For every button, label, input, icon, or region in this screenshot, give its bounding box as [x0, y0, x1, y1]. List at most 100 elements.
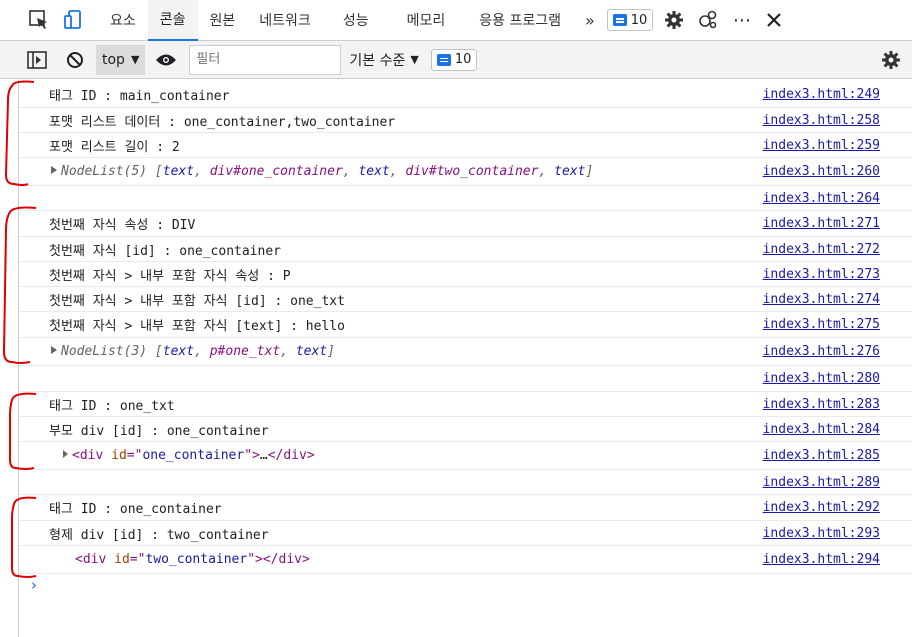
close-devtools-icon[interactable] — [759, 5, 789, 35]
log-text: 첫번째 자식 > 내부 포함 자식 [text] : hello — [49, 319, 345, 334]
node-item: div#two_container — [405, 164, 539, 179]
tab-label: 응용 프로그램 — [479, 13, 561, 29]
console-message: index3.html:289 — [19, 470, 912, 495]
tab-sources[interactable]: 원본 — [198, 0, 248, 41]
node-item: p#one_txt — [209, 344, 281, 359]
console-message: 형제 div [id] : two_container index3.html:… — [19, 521, 912, 546]
log-level-label: 기본 수준 — [349, 52, 406, 69]
settings-gear-icon[interactable] — [659, 5, 689, 35]
element-attr: id — [111, 448, 127, 463]
filter-input[interactable] — [189, 44, 342, 75]
context-selector[interactable]: top ▼ — [96, 44, 146, 75]
node-item: text — [295, 344, 328, 359]
inspect-element-icon[interactable] — [24, 5, 54, 35]
source-link[interactable]: index3.html:294 — [763, 552, 880, 567]
log-text: 형제 div [id] : two_container — [49, 527, 269, 543]
node-item: text — [162, 344, 195, 359]
issues-badge[interactable]: 10 — [430, 48, 478, 71]
log-text: 첫번째 자식 > 내부 포함 자식 속성 : P — [49, 268, 291, 284]
tab-label: 콘솔 — [159, 12, 186, 28]
clear-console-icon[interactable] — [60, 45, 90, 75]
source-link[interactable]: index3.html:280 — [763, 371, 880, 386]
source-link[interactable]: index3.html:293 — [763, 526, 880, 541]
log-text: 태그 ID : main_container — [49, 89, 230, 104]
context-value: top — [102, 51, 125, 68]
console-message: NodeList(3) [text, p#one_txt, text] inde… — [19, 338, 912, 366]
expand-triangle-icon[interactable] — [51, 166, 57, 174]
console-settings-gear-icon[interactable] — [876, 45, 906, 75]
nodelist-expandable[interactable]: NodeList(5) [text, div#one_container, te… — [51, 164, 593, 179]
source-link[interactable]: index3.html:289 — [763, 475, 880, 490]
console-message: NodeList(5) [text, div#one_container, te… — [19, 158, 912, 186]
chevron-down-icon: ▼ — [130, 53, 140, 66]
tab-console[interactable]: 콘솔 — [147, 0, 198, 41]
console-message: 부모 div [id] : one_container index3.html:… — [19, 417, 912, 442]
source-link[interactable]: index3.html:260 — [763, 164, 880, 179]
tab-application[interactable]: 응용 프로그램 — [463, 0, 577, 41]
customize-devtools-icon[interactable] — [693, 5, 723, 35]
element-tag: div — [79, 448, 104, 463]
element-collapsed: … — [259, 448, 268, 463]
node-item: text — [554, 164, 586, 179]
element-close-tag: div — [283, 448, 307, 463]
live-expression-eye-icon[interactable] — [151, 45, 181, 75]
console-message: 포맷 리스트 데이터 : one_container,two_container… — [19, 108, 912, 133]
source-link[interactable]: index3.html:276 — [763, 344, 880, 359]
source-link[interactable]: index3.html:259 — [763, 138, 880, 153]
log-text: 첫번째 자식 > 내부 포함 자식 [id] : one_txt — [49, 293, 345, 309]
tab-memory[interactable]: 메모리 — [389, 0, 464, 41]
element-attr: id — [114, 552, 130, 567]
nodelist-expandable[interactable]: NodeList(3) [text, p#one_txt, text] — [51, 344, 335, 359]
source-link[interactable]: index3.html:292 — [763, 500, 880, 515]
console-output: 태그 ID : main_container index3.html:249 포… — [18, 80, 912, 637]
tab-label: 요소 — [110, 13, 136, 29]
console-message: <div id="one_container">…</div> index3.h… — [19, 442, 912, 470]
nodelist-suffix: ] — [327, 344, 335, 359]
source-link[interactable]: index3.html:283 — [763, 397, 880, 412]
console-message: 태그 ID : main_container index3.html:249 — [19, 82, 912, 108]
console-prompt[interactable]: › — [31, 576, 37, 594]
source-link[interactable]: index3.html:273 — [763, 267, 880, 282]
nodelist-suffix: ] — [585, 164, 594, 179]
device-toolbar-icon[interactable] — [58, 5, 88, 35]
node-item: text — [162, 164, 195, 179]
nodelist-prefix: NodeList(5) [ — [61, 164, 163, 179]
tab-network[interactable]: 네트워크 — [247, 0, 323, 41]
source-link[interactable]: index3.html:272 — [763, 242, 880, 257]
log-text: 포맷 리스트 길이 : 2 — [49, 139, 180, 155]
expand-triangle-icon[interactable] — [51, 346, 57, 354]
log-text: 부모 div [id] : one_container — [49, 423, 269, 439]
log-level-dropdown[interactable]: 기본 수준 ▼ — [349, 50, 418, 70]
more-options-icon[interactable]: ⋯ — [727, 5, 757, 35]
element-attr-value: two_container — [145, 552, 248, 567]
devtools-tabbar: 요소 콘솔 원본 네트워크 성능 메모리 응용 프로그램 » 10 ⋯ — [0, 0, 912, 41]
show-sidebar-icon[interactable] — [22, 45, 52, 75]
element-attr-value: one_container — [142, 448, 245, 463]
source-link[interactable]: index3.html:284 — [763, 422, 880, 437]
source-link[interactable]: index3.html:285 — [763, 448, 880, 463]
log-text: 포맷 리스트 데이터 : one_container,two_container — [49, 114, 396, 130]
element-node-expandable[interactable]: <div id="one_container">…</div> — [63, 448, 315, 463]
console-message: 첫번째 자식 속성 : DIV index3.html:271 — [19, 211, 912, 237]
tab-label: 성능 — [342, 13, 369, 29]
console-message: 포맷 리스트 길이 : 2 index3.html:259 — [19, 133, 912, 158]
source-link[interactable]: index3.html:258 — [763, 113, 880, 128]
tab-performance[interactable]: 성능 — [323, 0, 389, 41]
source-link[interactable]: index3.html:274 — [763, 292, 880, 307]
source-link[interactable]: index3.html:271 — [763, 216, 880, 231]
console-message: <div id="two_container"></div> index3.ht… — [19, 546, 912, 574]
console-message: 태그 ID : one_container index3.html:292 — [19, 495, 912, 521]
source-link[interactable]: index3.html:264 — [763, 191, 880, 206]
expand-triangle-icon[interactable] — [63, 450, 68, 458]
issues-count: 10 — [454, 52, 472, 67]
message-icon — [436, 53, 451, 66]
prompt-chevron-icon: › — [31, 576, 37, 594]
source-link[interactable]: index3.html:275 — [763, 317, 880, 332]
element-tag: div — [82, 552, 107, 567]
source-link[interactable]: index3.html:249 — [763, 87, 880, 102]
issues-badge[interactable]: 10 — [606, 9, 654, 31]
element-node[interactable]: <div id="two_container"></div> — [75, 552, 310, 567]
tab-elements[interactable]: 요소 — [98, 0, 148, 41]
more-tabs-button[interactable]: » — [577, 11, 603, 30]
log-text: 태그 ID : one_container — [49, 502, 222, 517]
